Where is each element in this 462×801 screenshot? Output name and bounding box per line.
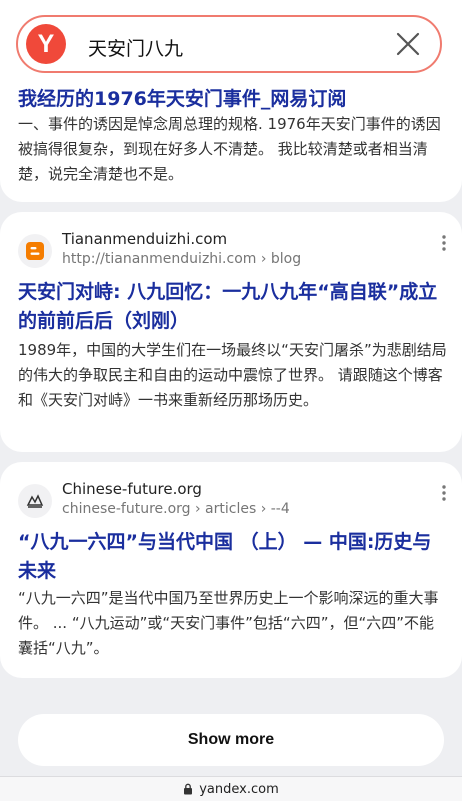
clear-icon[interactable] — [394, 30, 422, 58]
more-options-icon[interactable] — [440, 484, 448, 502]
site-favicon-icon — [18, 484, 52, 518]
result-snippet: 一、事件的诱因是悼念周总理的规格. 1976年天安门事件的诱因被搞得很复杂，到现… — [18, 115, 441, 183]
result-url[interactable]: chinese-future.org › articles › --4 — [62, 501, 290, 517]
result-snippet: “八九一六四”是当代中国乃至世界历史上一个影响深远的重大事件。 ... “八九运… — [18, 589, 439, 657]
yandex-logo-icon[interactable]: Y — [26, 24, 66, 64]
result-title-link[interactable]: 我经历的1976年天安门事件_网易订阅 — [18, 84, 448, 111]
blogger-icon — [18, 234, 52, 268]
result-site-name[interactable]: Chinese-future.org — [62, 480, 202, 498]
lock-icon — [184, 783, 193, 795]
result-title-link[interactable]: 天安门对峙: 八九回忆：一九八九年“高自联”成立的前前后后（刘刚） — [18, 278, 448, 336]
search-input[interactable]: 天安门八九 — [88, 34, 183, 61]
result-snippet: 1989年，中国的大学生们在一场最终以“天安门屠杀”为悲剧结局的伟大的争取民主和… — [18, 341, 447, 409]
result-card: Tiananmenduizhi.com http://tiananmenduiz… — [0, 212, 462, 452]
result-card: Chinese-future.org chinese-future.org › … — [0, 462, 462, 678]
result-title-link[interactable]: “八九一六四”与当代中国 （上） — 中国:历史与未来 — [18, 528, 448, 586]
show-more-button[interactable]: Show more — [18, 714, 444, 766]
address-domain: yandex.com — [199, 781, 279, 797]
more-options-icon[interactable] — [440, 234, 448, 252]
result-url[interactable]: http://tiananmenduizhi.com › blog — [62, 251, 301, 267]
result-site-name[interactable]: Tiananmenduizhi.com — [62, 230, 227, 248]
browser-address-bar[interactable]: yandex.com — [0, 776, 462, 801]
search-bar[interactable]: Y 天安门八九 — [16, 15, 442, 73]
